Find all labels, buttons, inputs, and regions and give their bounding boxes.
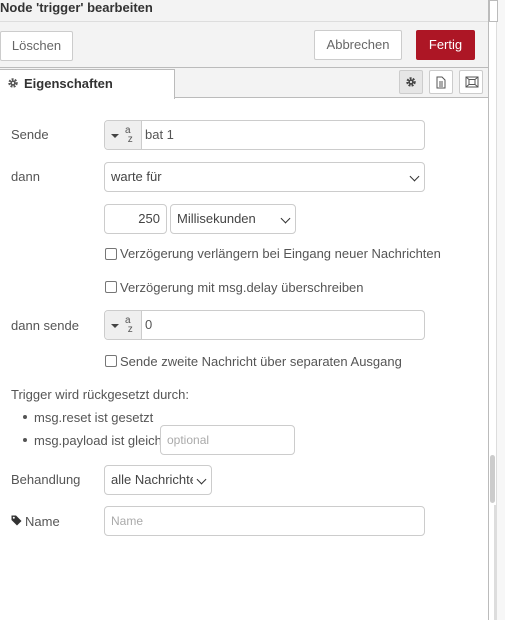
name-label: Name: [25, 514, 60, 529]
caret-down-icon: [111, 134, 119, 138]
chevron-down-icon: [409, 171, 420, 182]
override-delay-checkbox[interactable]: [105, 281, 117, 293]
reset-payload-placeholder: optional: [167, 433, 210, 447]
file-text-icon: [436, 76, 446, 89]
sidebar-tab[interactable]: [489, 0, 498, 22]
bullet: [23, 438, 27, 442]
extend-delay-label: Verzögerung verlängern bei Eingang neuer…: [120, 246, 441, 261]
extend-delay-checkbox[interactable]: [105, 248, 117, 260]
delete-button[interactable]: Löschen: [0, 31, 73, 61]
second-output-label: Sende zweite Nachricht über separaten Au…: [120, 354, 402, 369]
gear-icon: [8, 78, 18, 88]
handling-select-value: alle Nachrichten: [111, 472, 193, 487]
description-tab-button[interactable]: [429, 70, 453, 94]
type-select-button[interactable]: a z: [105, 121, 142, 149]
appearance-tab-button[interactable]: [459, 70, 483, 94]
scrollbar-thumb[interactable]: [490, 455, 495, 503]
then-send-typed-input[interactable]: a z 0: [104, 310, 425, 340]
duration-unit-value: Millisekunden: [177, 211, 256, 226]
then-send-value: 0: [145, 317, 153, 332]
then-label: dann: [11, 169, 40, 184]
send-value: bat 1: [145, 127, 174, 142]
reset-item-1: msg.reset ist gesetzt: [34, 410, 154, 425]
send-label: Sende: [11, 127, 49, 142]
type-select-button[interactable]: a z: [105, 311, 142, 339]
string-type-icon: a z: [125, 315, 133, 335]
second-output-checkbox[interactable]: [105, 355, 117, 367]
duration-unit-select[interactable]: Millisekunden: [170, 204, 296, 234]
frame-icon: [465, 76, 479, 88]
bullet: [23, 415, 27, 419]
tray-title: Node 'trigger' bearbeiten: [0, 0, 153, 15]
divider: [0, 21, 488, 22]
tab-properties[interactable]: Eigenschaften: [0, 69, 175, 99]
reset-item-2: msg.payload ist gleich: [34, 433, 162, 448]
tag-icon: [11, 515, 22, 526]
cancel-button[interactable]: Abbrechen: [314, 30, 402, 60]
done-button[interactable]: Fertig: [416, 30, 475, 60]
then-select[interactable]: warte für: [104, 162, 425, 192]
then-send-label: dann sende: [11, 318, 79, 333]
override-delay-label: Verzögerung mit msg.delay überschreiben: [120, 280, 364, 295]
name-input[interactable]: Name: [104, 506, 425, 536]
then-select-value: warte für: [111, 169, 162, 184]
settings-tab-button[interactable]: [399, 70, 423, 94]
divider: [494, 505, 496, 620]
send-typed-input[interactable]: a z bat 1: [104, 120, 425, 150]
handling-select[interactable]: alle Nachrichten: [104, 465, 212, 495]
duration-value: 250: [138, 211, 160, 226]
reset-payload-input[interactable]: optional: [160, 425, 295, 455]
duration-input[interactable]: 250: [104, 204, 167, 234]
name-placeholder: Name: [111, 514, 144, 528]
caret-down-icon: [111, 324, 119, 328]
chevron-down-icon: [280, 213, 291, 224]
reset-heading: Trigger wird rückgesetzt durch:: [11, 387, 189, 402]
chevron-down-icon: [196, 474, 207, 485]
tab-properties-label: Eigenschaften: [24, 76, 113, 91]
string-type-icon: a z: [125, 125, 133, 145]
sidebar-edge: [496, 0, 505, 620]
gear-icon: [406, 77, 416, 87]
handling-label: Behandlung: [11, 472, 81, 487]
